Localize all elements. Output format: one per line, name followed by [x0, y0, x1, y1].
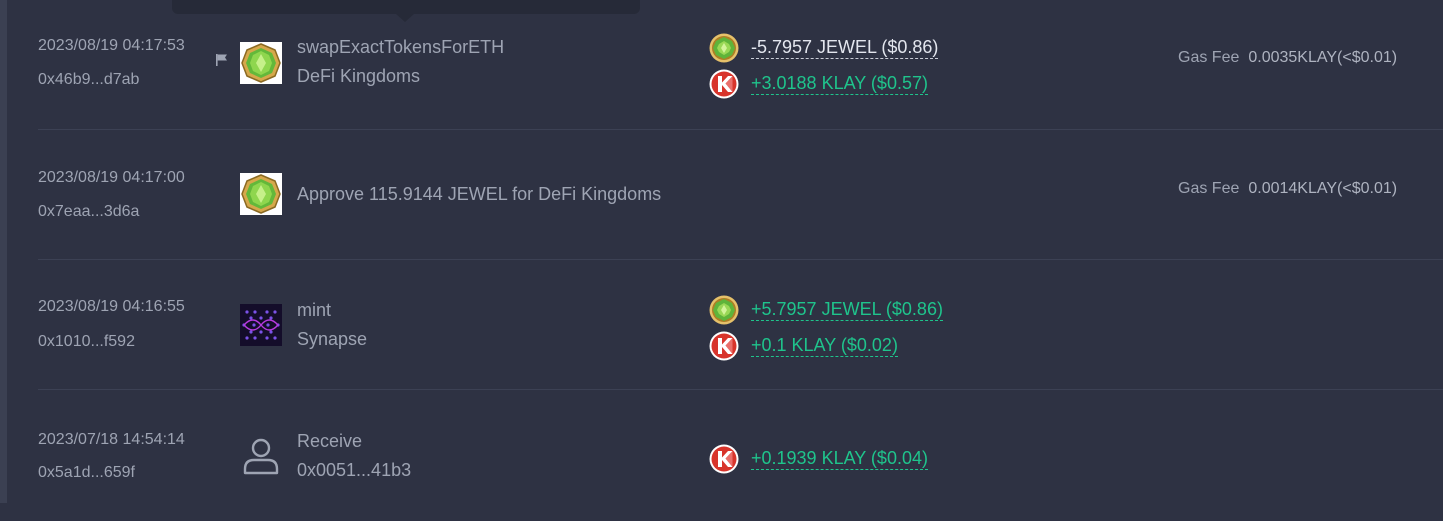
tx-hash-link[interactable]: 0x7eaa...3d6a: [38, 203, 139, 221]
tx-hash-link[interactable]: 0x46b9...d7ab: [38, 71, 139, 89]
tx-time: 2023/08/19 04:17:00: [38, 169, 185, 186]
gas-fee: Gas Fee 0.0035KLAY(<$0.01): [1178, 49, 1397, 67]
gas-fee-label: Gas Fee: [1178, 180, 1240, 197]
token-transfer-line: -5.7957 JEWEL ($0.86): [709, 33, 939, 63]
tx-app-name: DeFi Kingdoms: [297, 66, 421, 86]
defi-kingdoms-jewel-icon: [240, 173, 282, 215]
transaction-row: 2023/08/19 04:17:53 0x46b9...d7ab swapEx…: [38, 0, 1443, 130]
token-amount-link[interactable]: +0.1939 KLAY ($0.04): [751, 448, 928, 470]
tx-method: Receive: [297, 431, 363, 451]
tx-time: 2023/08/19 04:17:53: [38, 37, 185, 54]
tx-app-name: Synapse: [297, 329, 368, 349]
tx-method: mint: [297, 300, 332, 320]
tx-hash-link[interactable]: 0x5a1d...659f: [38, 464, 135, 482]
tx-hash-link[interactable]: 0x1010...f592: [38, 333, 135, 351]
tx-method: Approve 115.9144 JEWEL for DeFi Kingdoms: [297, 184, 662, 204]
tx-time: 2023/08/19 04:16:55: [38, 298, 185, 315]
defi-kingdoms-jewel-icon: [240, 42, 282, 84]
klay-token-icon: [709, 331, 739, 361]
gas-fee-value: 0.0014KLAY(<$0.01): [1248, 180, 1398, 197]
token-transfer-line: +0.1 KLAY ($0.02): [709, 331, 898, 361]
token-amount-link[interactable]: -5.7957 JEWEL ($0.86): [751, 37, 939, 59]
klay-token-icon: [709, 69, 739, 99]
tx-method: swapExactTokensForETH: [297, 37, 505, 57]
token-transfer-line: +3.0188 KLAY ($0.57): [709, 69, 928, 99]
token-amount-link[interactable]: +0.1 KLAY ($0.02): [751, 335, 898, 357]
token-amount-link[interactable]: +3.0188 KLAY ($0.57): [751, 73, 928, 95]
transaction-row: 2023/08/19 04:16:55 0x1010...f592 mint S…: [38, 260, 1443, 390]
gas-fee-value: 0.0035KLAY(<$0.01): [1248, 49, 1398, 66]
panel-left-edge: [0, 0, 7, 503]
gas-fee-label: Gas Fee: [1178, 49, 1240, 66]
token-transfer-line: +5.7957 JEWEL ($0.86): [709, 295, 943, 325]
transaction-row: 2023/07/18 14:54:14 0x5a1d...659f Receiv…: [38, 391, 1443, 521]
tx-counterparty-link[interactable]: 0x0051...41b3: [297, 460, 411, 481]
gas-fee: Gas Fee 0.0014KLAY(<$0.01): [1178, 180, 1397, 198]
user-icon: [243, 438, 279, 475]
jewel-token-icon: [709, 295, 739, 325]
jewel-token-icon: [709, 33, 739, 63]
tx-time: 2023/07/18 14:54:14: [38, 431, 185, 448]
transaction-row: 2023/08/19 04:17:00 0x7eaa...3d6a Approv…: [38, 130, 1443, 260]
token-transfer-line: +0.1939 KLAY ($0.04): [709, 444, 928, 474]
flag-icon[interactable]: [215, 53, 229, 67]
token-amount-link[interactable]: +5.7957 JEWEL ($0.86): [751, 299, 943, 321]
klay-token-icon: [709, 444, 739, 474]
synapse-icon: [240, 304, 282, 346]
